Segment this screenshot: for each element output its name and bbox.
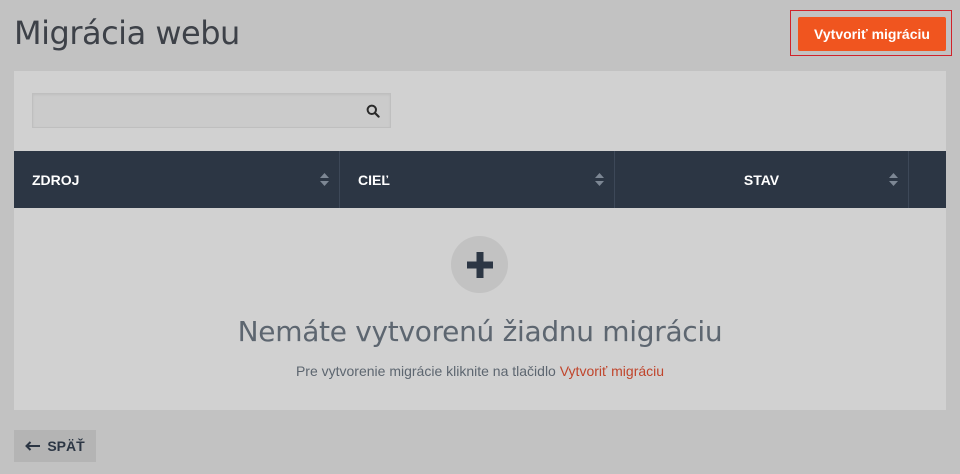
- sort-icon: [889, 173, 898, 186]
- empty-state-text: Pre vytvorenie migrácie kliknite na tlač…: [295, 363, 556, 379]
- content-panel: ZDROJ CIEĽ STAV Nemáte vytvorenú žiadnu …: [14, 71, 946, 410]
- search-box: [32, 93, 391, 128]
- back-button[interactable]: SPÄŤ: [14, 430, 96, 462]
- sort-icon: [595, 173, 604, 186]
- column-header-ciel[interactable]: CIEĽ: [340, 151, 615, 208]
- column-header-stav[interactable]: STAV: [615, 151, 909, 208]
- column-header-zdroj[interactable]: ZDROJ: [14, 151, 340, 208]
- table-header: ZDROJ CIEĽ STAV: [14, 151, 946, 208]
- page-title: Migrácia webu: [14, 14, 240, 52]
- column-label-ciel: CIEĽ: [358, 171, 390, 188]
- arrow-left-icon: [25, 441, 41, 451]
- create-migration-link[interactable]: Vytvoriť migráciu: [560, 363, 664, 379]
- search-input[interactable]: [33, 94, 355, 127]
- empty-state-title: Nemáte vytvorenú žiadnu migráciu: [237, 315, 723, 348]
- sort-icon: [320, 173, 329, 186]
- column-label-zdroj: ZDROJ: [32, 171, 80, 188]
- search-button[interactable]: [355, 94, 390, 127]
- plus-icon: [466, 251, 493, 278]
- create-migration-button[interactable]: Vytvoriť migráciu: [798, 17, 946, 51]
- column-header-actions: [909, 151, 946, 208]
- empty-state-subtitle: Pre vytvorenie migrácie kliknite na tlač…: [14, 363, 946, 379]
- back-label: SPÄŤ: [47, 438, 85, 454]
- search-icon: [366, 104, 380, 118]
- column-label-stav: STAV: [743, 171, 780, 188]
- add-migration-circle[interactable]: [451, 236, 508, 293]
